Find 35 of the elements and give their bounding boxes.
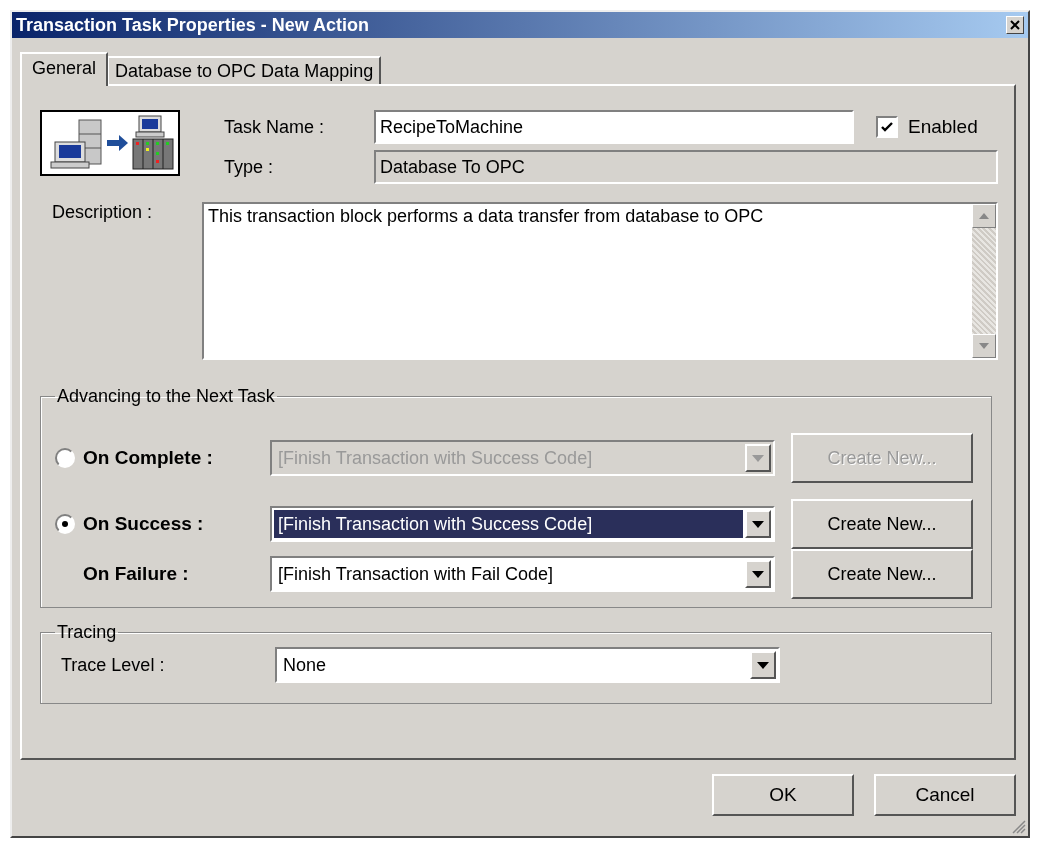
tab[interactable]: General <box>20 52 109 86</box>
group-title: Advancing to the Next Task <box>56 386 276 407</box>
field-label: Description : <box>51 202 154 224</box>
enabled-checkbox[interactable]: Enabled <box>876 116 978 138</box>
window-title: Transaction Task Properties - New Action <box>16 14 370 36</box>
dialog-button[interactable]: OK <box>712 774 854 816</box>
option-label: On Failure : <box>83 563 189 585</box>
field-label: Type : <box>224 156 275 178</box>
description-field[interactable]: This transaction block performs a data transfer from database to OPC <box>202 202 998 360</box>
resize-grip-icon[interactable] <box>1010 818 1026 834</box>
trace-level-dropdown[interactable]: None <box>275 647 780 683</box>
close-icon <box>1010 20 1020 30</box>
dropdown[interactable]: [Finish Transaction with Success Code] <box>270 506 775 542</box>
field-label: Trace Level : <box>60 654 166 676</box>
field-label: Task Name : <box>224 116 326 138</box>
create-new-button[interactable]: Create New... <box>791 499 973 549</box>
option-label: On Complete : <box>83 447 213 469</box>
create-new-button[interactable]: Create New... <box>791 549 973 599</box>
scroll-up-icon[interactable] <box>972 204 996 228</box>
caret-icon <box>745 510 771 538</box>
caret-icon <box>745 444 771 472</box>
close-button[interactable] <box>1006 16 1024 34</box>
dropdown[interactable]: [Finish Transaction with Fail Code] <box>270 556 775 592</box>
group-title: Tracing <box>56 622 118 643</box>
type-field: Database To OPC <box>374 150 998 184</box>
caret-icon <box>750 651 776 679</box>
computer-transfer-icon <box>40 110 180 176</box>
scrollbar[interactable] <box>972 204 996 358</box>
caret-icon <box>745 560 771 588</box>
dialog-button[interactable]: Cancel <box>874 774 1016 816</box>
tab[interactable]: Database to OPC Data Mapping <box>107 56 382 84</box>
scroll-down-icon[interactable] <box>972 334 996 358</box>
radio-button[interactable] <box>55 514 75 534</box>
option-label: On Success : <box>83 513 204 535</box>
task-name-field[interactable]: RecipeToMachine <box>374 110 854 144</box>
